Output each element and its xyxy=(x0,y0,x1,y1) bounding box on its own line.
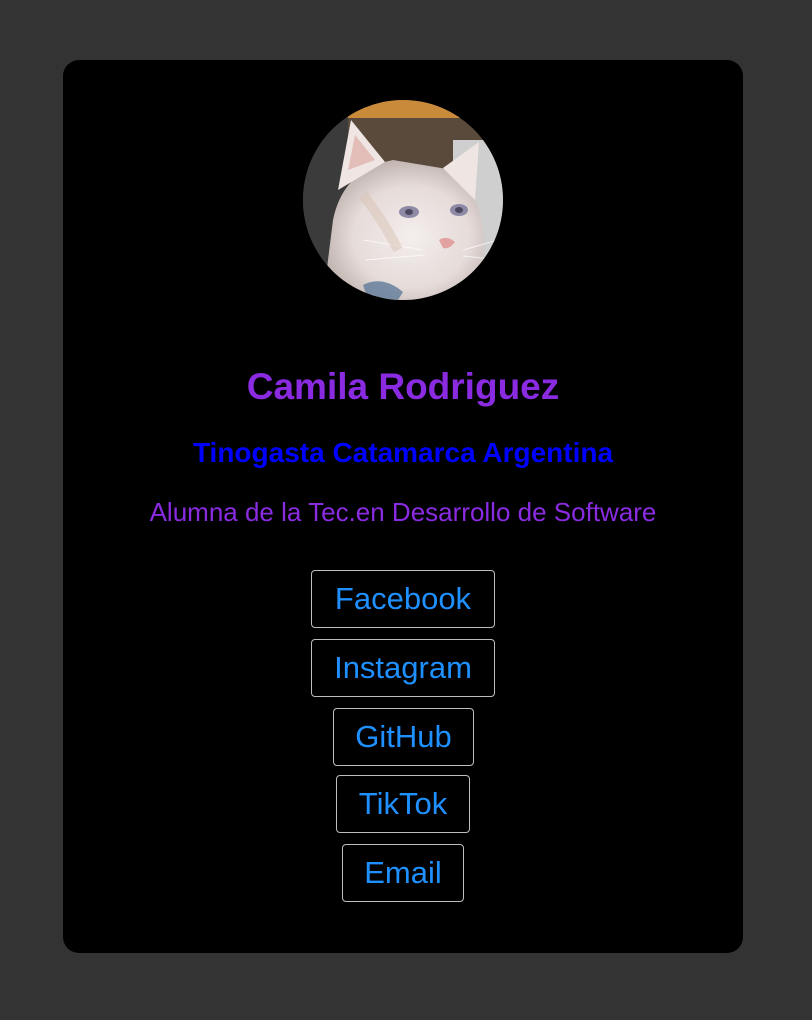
github-link[interactable]: GitHub xyxy=(333,708,474,766)
email-link[interactable]: Email xyxy=(342,844,464,902)
profile-name: Camila Rodriguez xyxy=(246,366,560,407)
cat-photo xyxy=(303,100,503,300)
instagram-link[interactable]: Instagram xyxy=(311,639,495,697)
facebook-link[interactable]: Facebook xyxy=(311,570,495,628)
profile-bio: Alumna de la Tec.en Desarrollo de Softwa… xyxy=(149,497,657,527)
tiktok-link[interactable]: TikTok xyxy=(336,775,470,833)
avatar xyxy=(303,100,503,300)
profile-location: Tinogasta Catamarca Argentina xyxy=(192,437,614,468)
profile-card: Camila Rodriguez Tinogasta Catamarca Arg… xyxy=(63,60,743,953)
